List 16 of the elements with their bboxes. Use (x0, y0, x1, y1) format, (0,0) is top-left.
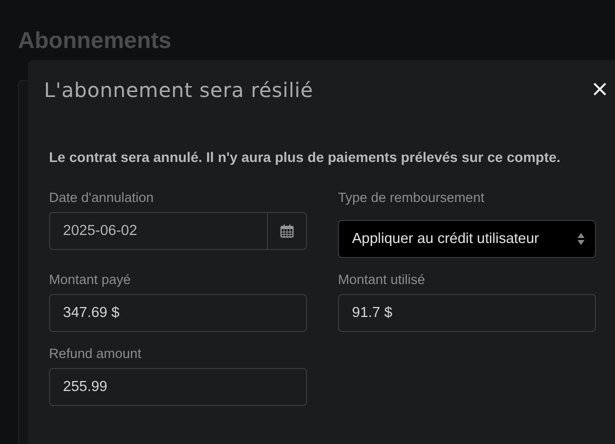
field-label: Montant payé (49, 272, 132, 287)
dialog-title: L'abonnement sera résilié (44, 78, 314, 102)
calendar-icon[interactable] (280, 224, 294, 238)
page-title: Abonnements (18, 27, 172, 54)
field-label: Refund amount (49, 346, 142, 361)
sort-arrows-icon (577, 232, 585, 246)
field-label: Type de remboursement (338, 190, 486, 205)
input-field[interactable]: 347.69 $ (49, 294, 307, 332)
field-label: Date d'annulation (49, 190, 155, 205)
dialog-message: Le contrat sera annulé. Il n'y aura plus de paiements prélevés sur ce compte. (49, 149, 562, 165)
field-label: Montant utilisé (338, 272, 426, 287)
input-field[interactable]: 255.99 (49, 368, 307, 406)
date-field[interactable]: 2025-06-02 (49, 212, 307, 250)
close-button[interactable]: × (588, 79, 611, 101)
select-field[interactable]: Appliquer au crédit utilisateur (338, 220, 596, 258)
input-field[interactable]: 91.7 $ (338, 294, 596, 332)
